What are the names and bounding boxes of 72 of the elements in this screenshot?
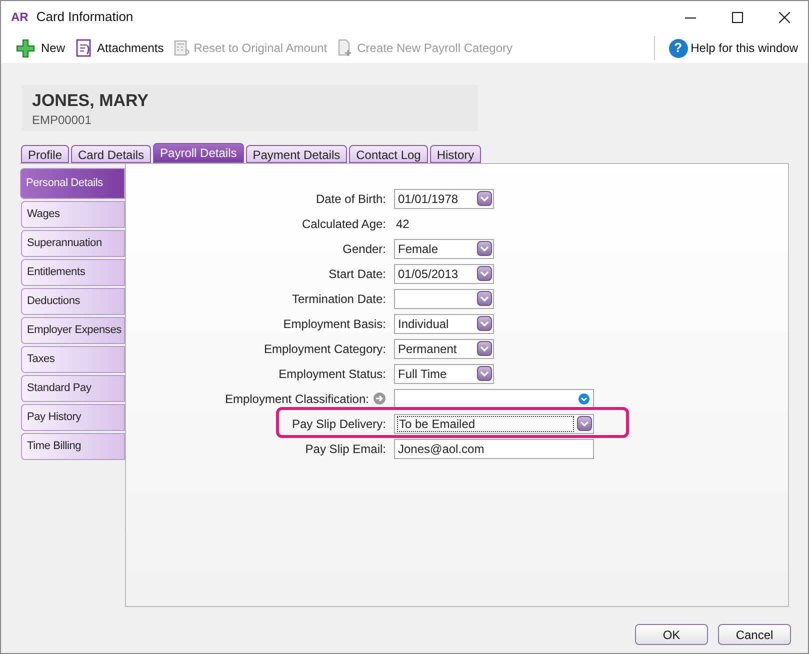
dropdown-button[interactable] (477, 366, 492, 381)
chevron-down-icon (580, 420, 589, 426)
dropdown-button[interactable] (477, 191, 492, 206)
field-label: Employment Status: (278, 366, 386, 382)
dropdown-field[interactable]: Individual (394, 314, 494, 334)
chevron-down-icon (480, 370, 489, 376)
field-label: Pay Slip Email: (305, 440, 386, 458)
document-plus-icon (337, 39, 354, 57)
field-value: 42 (395, 216, 410, 232)
side-tab[interactable]: Superannuation (21, 230, 125, 257)
side-tab[interactable]: Taxes (21, 346, 125, 373)
help-button[interactable]: ? Help for this window (668, 38, 808, 58)
field-label: Gender: (342, 240, 386, 258)
help-icon: ? (668, 38, 688, 58)
close-icon[interactable] (779, 12, 790, 22)
dropdown-field[interactable]: Permanent (394, 338, 494, 358)
chevron-down-icon (480, 296, 489, 302)
employee-name: JONES, MARY (32, 91, 150, 111)
field-label: Start Date: (328, 266, 386, 282)
tab[interactable]: Contact Log (349, 145, 428, 163)
dropdown-field[interactable]: To be Emailed (394, 414, 594, 434)
dialog-button[interactable]: OK (635, 624, 708, 645)
chevron-down-icon (480, 246, 489, 252)
chevron-down-icon (480, 270, 489, 276)
maximize-icon[interactable] (732, 12, 743, 22)
field-label: Pay Slip Delivery: (292, 416, 386, 432)
tab[interactable]: Profile (21, 145, 70, 163)
field-label: Date of Birth: (316, 190, 386, 208)
dropdown-field[interactable]: Female (394, 238, 494, 258)
dropdown-button[interactable] (477, 291, 492, 306)
plus-icon (15, 38, 37, 58)
tab[interactable]: History (430, 145, 482, 163)
dropdown-button[interactable] (577, 416, 592, 431)
field-label: Employment Classification: (224, 390, 369, 408)
toolbar-button[interactable]: New (15, 38, 66, 58)
window-title: Card Information (36, 8, 134, 26)
chevron-circle-icon (578, 392, 590, 404)
dropdown-field[interactable]: 01/01/1978 (394, 188, 494, 208)
tab[interactable]: Card Details (71, 145, 152, 163)
side-tab[interactable]: Time Billing (21, 433, 125, 460)
side-tab[interactable]: Employer Expenses (21, 317, 125, 344)
dropdown-button[interactable] (477, 241, 492, 256)
chevron-down-icon (480, 320, 489, 326)
side-tab[interactable]: Personal Details (20, 168, 125, 199)
side-tab[interactable]: Deductions (21, 288, 125, 315)
side-tab[interactable]: Wages (21, 201, 125, 228)
dropdown-field[interactable]: 01/05/2013 (394, 264, 494, 284)
field-label: Calculated Age: (302, 216, 386, 232)
tab[interactable]: Payment Details (246, 145, 348, 163)
side-tab[interactable]: Pay History (21, 404, 125, 431)
arrow-circle-icon[interactable] (373, 392, 386, 405)
dropdown-field[interactable]: Full Time (394, 364, 494, 384)
toolbar-button[interactable]: Attachments (75, 38, 164, 58)
calculator-icon (174, 39, 190, 57)
side-tab[interactable]: Standard Pay (21, 375, 125, 402)
app-logo: AR (11, 9, 28, 26)
chevron-down-icon (480, 346, 489, 352)
document-clip-icon (75, 38, 94, 58)
dropdown-button[interactable] (477, 316, 492, 331)
side-tab[interactable]: Entitlements (21, 259, 125, 286)
tab[interactable]: Payroll Details (153, 143, 244, 163)
dropdown-field[interactable] (394, 288, 494, 308)
lookup-field[interactable] (394, 388, 594, 408)
dialog-button[interactable]: Cancel (718, 624, 791, 645)
dropdown-button[interactable] (477, 341, 492, 356)
employee-id: EMP00001 (32, 112, 92, 129)
field-label: Termination Date: (292, 290, 386, 308)
field-label: Employment Basis: (283, 316, 386, 332)
chevron-down-icon (480, 196, 489, 202)
field-label: Employment Category: (264, 340, 386, 358)
email-field[interactable]: Jones@aol.com (394, 438, 594, 458)
dropdown-button[interactable] (477, 266, 492, 281)
